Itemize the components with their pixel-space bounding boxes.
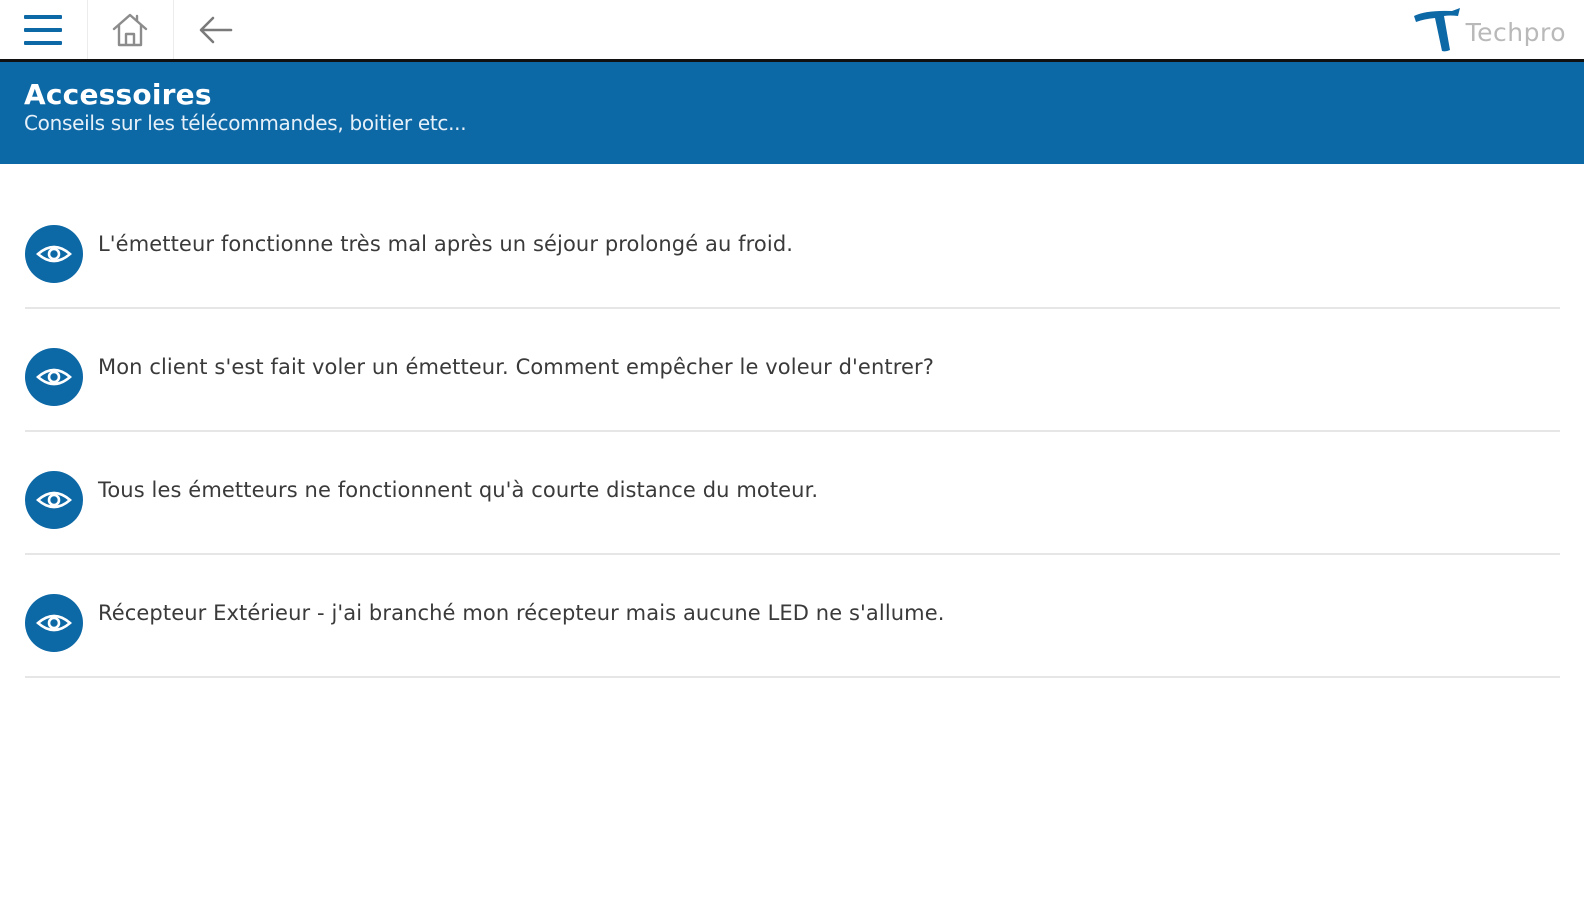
list-item-label: Tous les émetteurs ne fonctionnent qu'à … bbox=[98, 478, 819, 502]
arrow-left-icon bbox=[199, 16, 233, 43]
eye-icon bbox=[25, 471, 83, 529]
brand-name: Techpro bbox=[1465, 17, 1566, 47]
eye-icon bbox=[25, 225, 83, 283]
list-item[interactable]: Récepteur Extérieur - j'ai branché mon r… bbox=[25, 555, 1560, 678]
brand-logo: Techpro bbox=[1412, 4, 1566, 56]
list-item[interactable]: L'émetteur fonctionne très mal après un … bbox=[25, 186, 1560, 309]
list-item-label: L'émetteur fonctionne très mal après un … bbox=[98, 232, 794, 256]
menu-button[interactable] bbox=[14, 0, 74, 59]
back-button[interactable] bbox=[186, 0, 246, 59]
techpro-logo-icon bbox=[1413, 8, 1460, 52]
section-banner: Accessoires Conseils sur les télécommand… bbox=[0, 62, 1584, 164]
home-icon bbox=[112, 13, 148, 46]
toolbar-divider bbox=[87, 0, 88, 59]
list-item-label: Mon client s'est fait voler un émetteur.… bbox=[98, 355, 934, 379]
eye-icon bbox=[25, 594, 83, 652]
toolbar-divider bbox=[173, 0, 174, 59]
hamburger-menu-icon bbox=[24, 14, 62, 45]
eye-icon bbox=[25, 348, 83, 406]
list-item[interactable]: Tous les émetteurs ne fonctionnent qu'à … bbox=[25, 432, 1560, 555]
top-toolbar: Techpro bbox=[0, 0, 1584, 62]
list-item[interactable]: Mon client s'est fait voler un émetteur.… bbox=[25, 309, 1560, 432]
page-title: Accessoires bbox=[24, 78, 212, 111]
list-item-label: Récepteur Extérieur - j'ai branché mon r… bbox=[98, 601, 945, 625]
page-subtitle: Conseils sur les télécommandes, boitier … bbox=[24, 111, 467, 135]
faq-list: L'émetteur fonctionne très mal après un … bbox=[25, 186, 1560, 678]
home-button[interactable] bbox=[100, 0, 160, 59]
